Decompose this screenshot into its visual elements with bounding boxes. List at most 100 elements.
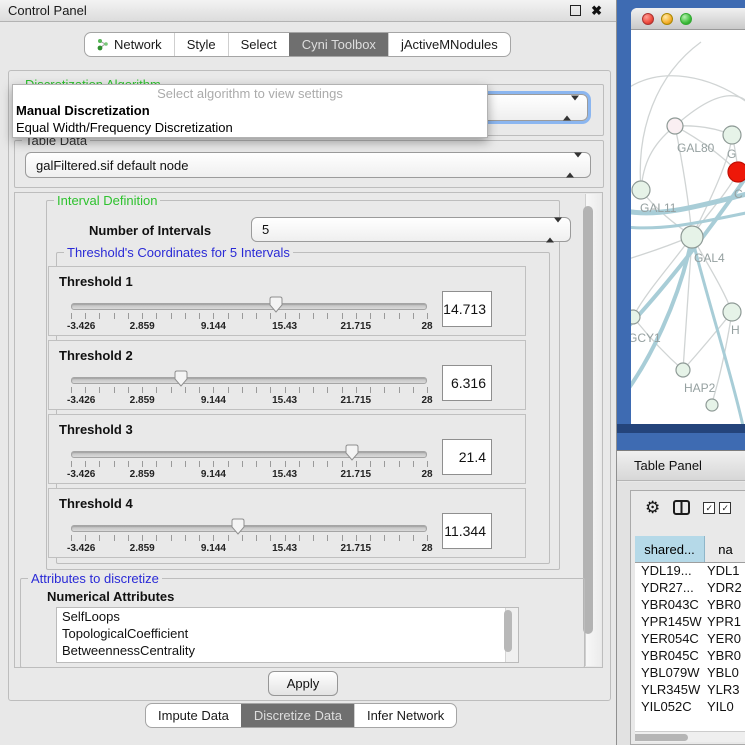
tab-network[interactable]: Network	[85, 33, 174, 56]
algorithm-option-manual[interactable]: Manual Discretization	[13, 102, 487, 119]
cell-shared-name[interactable]: YDL19...	[635, 562, 704, 579]
zoom-traffic-light-icon[interactable]	[680, 13, 692, 25]
apply-button[interactable]: Apply	[268, 671, 338, 696]
network-node[interactable]	[681, 226, 703, 248]
cell-name[interactable]: YPR1	[704, 613, 745, 630]
network-node[interactable]	[631, 310, 640, 324]
threshold-4-slider[interactable]: -3.4262.8599.14415.4321.71528	[71, 517, 427, 557]
table-row[interactable]: YDR27...YDR2	[635, 579, 745, 596]
tick-label: 9.144	[201, 321, 226, 332]
table-row[interactable]: YDL19...YDL1	[635, 562, 745, 579]
numerical-attributes-list[interactable]: SelfLoops TopologicalCoefficient Between…	[56, 607, 519, 663]
cell-name[interactable]: YIL0	[704, 698, 745, 715]
threshold-3-value-field[interactable]: 21.4	[442, 439, 492, 475]
table-row[interactable]: YBL079WYBL0	[635, 664, 745, 681]
cell-shared-name[interactable]: YPR145W	[635, 613, 704, 630]
tab-discretize-data[interactable]: Discretize Data	[241, 704, 354, 727]
horizontal-scrollbar[interactable]	[635, 731, 745, 742]
list-item[interactable]: SelfLoops	[57, 608, 518, 625]
checkbox-icon[interactable]: ✓	[719, 502, 731, 514]
cell-name[interactable]: YBL0	[704, 664, 745, 681]
minimize-traffic-light-icon[interactable]	[661, 13, 673, 25]
threshold-4-value-field[interactable]: 11.344	[442, 513, 492, 549]
cell-shared-name[interactable]: YIL052C	[635, 698, 704, 715]
cell-name[interactable]: YBR0	[704, 647, 745, 664]
threshold-1-value-field[interactable]: 14.713	[442, 291, 492, 327]
window-shadow	[617, 424, 745, 433]
vertical-scrollbar[interactable]	[585, 194, 601, 666]
tick-label: 2.859	[130, 543, 155, 554]
thresholds-group-label: Threshold's Coordinates for 5 Intervals	[64, 245, 293, 260]
network-canvas[interactable]: GAL80GCGAL11GAL4GCY1HHAP2	[631, 30, 745, 424]
threshold-2-value-field[interactable]: 6.316	[442, 365, 492, 401]
list-item[interactable]: TopologicalCoefficient	[57, 625, 518, 642]
network-window-titlebar[interactable]	[631, 8, 745, 30]
network-node[interactable]	[667, 118, 683, 134]
table-row[interactable]: YPR145WYPR1	[635, 613, 745, 630]
algorithm-option-equal-width[interactable]: Equal Width/Frequency Discretization	[13, 119, 487, 136]
table-row[interactable]: YIL052CYIL0	[635, 698, 745, 715]
threshold-3-slider[interactable]: -3.4262.8599.14415.4321.71528	[71, 443, 427, 483]
column-header-shared-name[interactable]: shared...	[635, 536, 705, 562]
tab-impute-data[interactable]: Impute Data	[146, 704, 241, 727]
tick-mark	[384, 387, 385, 393]
gear-icon[interactable]: ⚙	[645, 499, 660, 516]
slider-ticks	[71, 387, 427, 394]
split-view-icon[interactable]	[673, 500, 690, 515]
slider-track[interactable]	[71, 525, 427, 532]
scrollbar-thumb[interactable]	[504, 610, 512, 652]
scrollbar-thumb[interactable]	[583, 206, 593, 634]
tab-style[interactable]: Style	[174, 33, 228, 56]
float-window-icon[interactable]	[570, 5, 581, 16]
slider-track[interactable]	[71, 377, 427, 384]
slider-track[interactable]	[71, 303, 427, 310]
list-scrollbar[interactable]	[505, 608, 518, 662]
threshold-1-slider[interactable]: -3.4262.8599.14415.4321.71528	[71, 295, 427, 335]
table-row[interactable]: YBR043CYBR0	[635, 596, 745, 613]
algorithm-prompt-option[interactable]: Select algorithm to view settings	[13, 85, 487, 102]
checkbox-icon[interactable]: ✓	[703, 502, 715, 514]
cell-shared-name[interactable]: YBR043C	[635, 596, 704, 613]
table-row[interactable]: YER054CYER0	[635, 630, 745, 647]
cell-shared-name[interactable]: YBL079W	[635, 664, 704, 681]
tick-mark	[356, 387, 357, 393]
cell-shared-name[interactable]: YER054C	[635, 630, 704, 647]
network-node[interactable]	[706, 399, 718, 411]
tick-label: 9.144	[201, 543, 226, 554]
close-traffic-light-icon[interactable]	[642, 13, 654, 25]
cell-shared-name[interactable]: YLR345W	[635, 681, 704, 698]
tick-mark	[213, 461, 214, 467]
slider-track[interactable]	[71, 451, 427, 458]
cell-shared-name[interactable]: YBR045C	[635, 647, 704, 664]
tab-cyni-toolbox[interactable]: Cyni Toolbox	[289, 33, 388, 56]
tick-label: 28	[421, 395, 432, 406]
network-node[interactable]	[723, 303, 741, 321]
table-toolbar: ⚙ ✓ ✓	[645, 499, 731, 516]
threshold-2-slider[interactable]: -3.4262.8599.14415.4321.71528	[71, 369, 427, 409]
tab-jactivemnodules[interactable]: jActiveMNodules	[388, 33, 510, 56]
network-node[interactable]	[632, 181, 650, 199]
tick-mark	[85, 461, 86, 467]
tab-select[interactable]: Select	[228, 33, 289, 56]
combo-arrows-icon	[566, 158, 582, 173]
table-row[interactable]: YLR345WYLR3	[635, 681, 745, 698]
table-row[interactable]: YBR045CYBR0	[635, 647, 745, 664]
number-of-intervals-combobox[interactable]: 5	[251, 217, 571, 242]
tick-mark	[384, 313, 385, 319]
list-item[interactable]: BetweennessCentrality	[57, 642, 518, 659]
column-header-name[interactable]: na	[705, 536, 745, 562]
cell-shared-name[interactable]: YDR27...	[635, 579, 704, 596]
tick-label: -3.426	[67, 543, 95, 554]
cell-name[interactable]: YER0	[704, 630, 745, 647]
cell-name[interactable]: YBR0	[704, 596, 745, 613]
network-node[interactable]	[723, 126, 741, 144]
cell-name[interactable]: YLR3	[704, 681, 745, 698]
network-node[interactable]	[676, 363, 690, 377]
scrollbar-thumb[interactable]	[635, 734, 688, 741]
network-node[interactable]	[728, 162, 745, 182]
cell-name[interactable]: YDL1	[704, 562, 745, 579]
tab-infer-network[interactable]: Infer Network	[354, 704, 456, 727]
table-data-combobox[interactable]: galFiltered.sif default node	[25, 152, 591, 178]
close-icon[interactable]: ✖	[591, 4, 602, 17]
cell-name[interactable]: YDR2	[704, 579, 745, 596]
